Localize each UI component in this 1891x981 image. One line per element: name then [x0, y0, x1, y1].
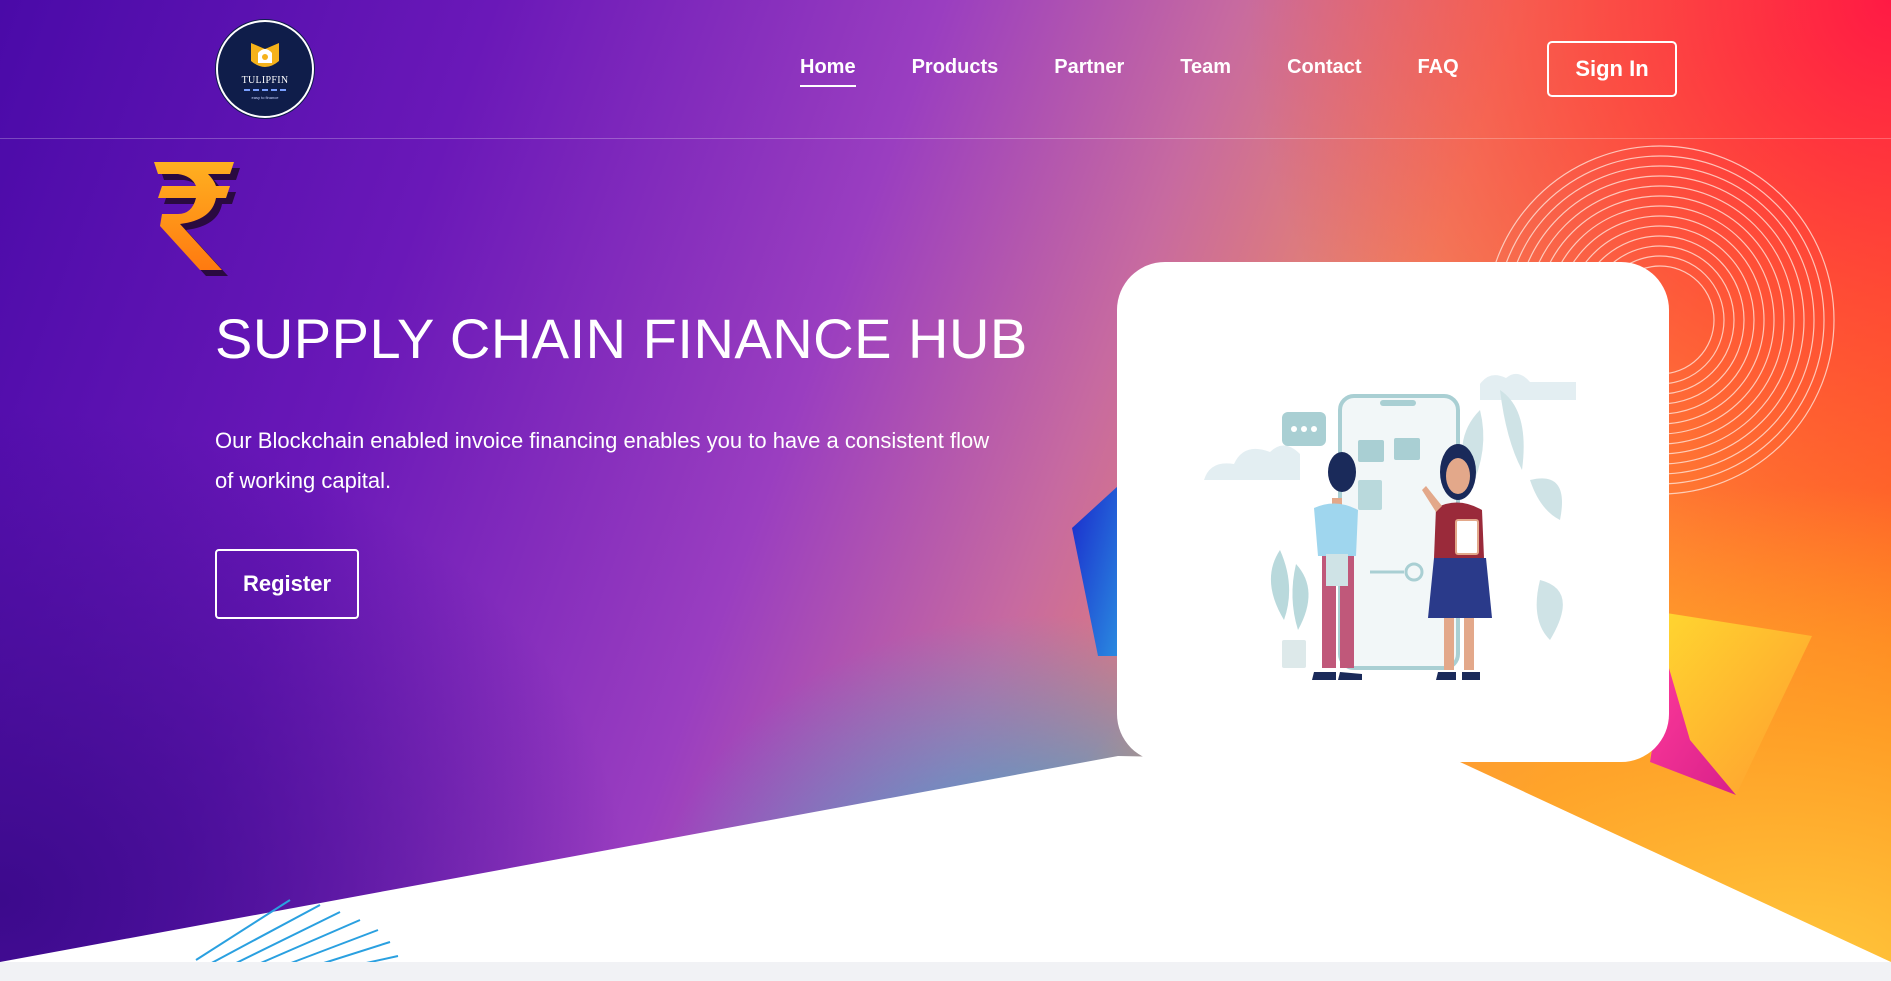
nav-products[interactable]: Products	[912, 56, 999, 79]
nav-home[interactable]: Home	[800, 56, 856, 87]
two-people-with-phone-illustration	[1204, 373, 1576, 680]
hero-description: Our Blockchain enabled invoice financing…	[215, 428, 990, 493]
register-button[interactable]: Register	[215, 549, 359, 619]
hero-title: SUPPLY CHAIN FINANCE HUB	[215, 307, 1028, 370]
bottom-strip	[0, 962, 1891, 981]
logo-tagline: easy to finance	[251, 94, 279, 100]
sign-in-button[interactable]: Sign In	[1547, 41, 1677, 97]
nav-faq[interactable]: FAQ	[1418, 56, 1459, 79]
nav-contact[interactable]: Contact	[1287, 56, 1361, 79]
tulipfin-logo[interactable]: TULIPFIN easy to finance	[216, 20, 314, 118]
nav-partner[interactable]: Partner	[1054, 56, 1124, 79]
nav-team[interactable]: Team	[1180, 56, 1231, 79]
tulip-emblem-icon	[251, 42, 279, 67]
rupee-icon	[154, 162, 240, 276]
logo-dots	[244, 88, 286, 91]
main-navigation: Home Products Partner Team Contact FAQ	[800, 56, 1515, 87]
top-navbar: TULIPFIN easy to finance Home Products P…	[0, 0, 1891, 139]
logo-text: TULIPFIN	[241, 74, 289, 86]
